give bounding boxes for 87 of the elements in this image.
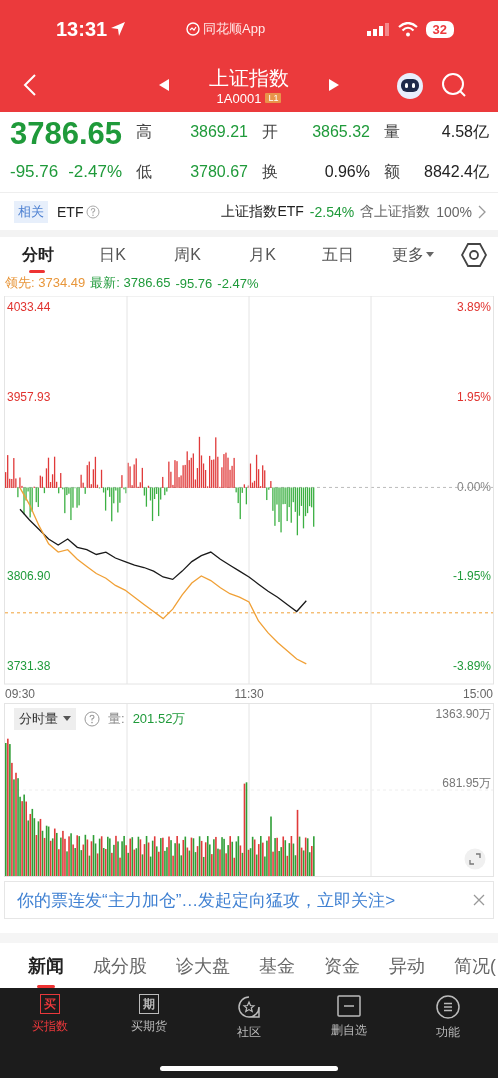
stat-label: 低	[136, 161, 153, 182]
signal-icon	[365, 22, 390, 36]
holding-percent: 100%	[436, 203, 472, 220]
caret-icon	[425, 252, 434, 258]
chart-tab[interactable]: 日K	[75, 237, 150, 273]
level-badge: L1	[265, 93, 282, 103]
stat-label: 换	[261, 161, 279, 182]
time-label: 11:30	[234, 687, 264, 701]
etf-name: 上证指数ETF	[221, 202, 304, 221]
battery-indicator: 32	[425, 20, 454, 38]
axis-label: 3806.90	[7, 569, 51, 584]
holding-label: 含上证指数	[360, 202, 431, 221]
news-tab[interactable]: 简况(	[454, 943, 496, 988]
axis-label: -3.89%	[452, 659, 491, 674]
stat-value: 4.58亿	[440, 121, 489, 142]
news-tab[interactable]: 新闻	[28, 943, 64, 988]
chart-tab[interactable]: 五日	[300, 237, 375, 273]
stat-label: 开	[261, 121, 279, 142]
news-tab[interactable]: 成分股	[93, 943, 147, 988]
etf-label: ETF	[57, 203, 84, 220]
expand-icon[interactable]	[464, 848, 486, 870]
percent-change: -2.47%	[68, 162, 123, 182]
time-label: 09:30	[5, 687, 35, 701]
chevron-right-icon[interactable]	[478, 204, 486, 219]
index-title: 上证指数	[209, 65, 289, 91]
caret-icon	[63, 716, 71, 722]
news-tab[interactable]: 诊大盘	[176, 943, 230, 988]
axis-label: 4033.44	[7, 300, 51, 315]
volume-selector[interactable]: 分时量	[14, 708, 76, 730]
price-change: -95.76	[175, 275, 213, 291]
stat-value: 3869.21	[189, 122, 248, 142]
axis-label: -1.95%	[452, 569, 491, 584]
volume-label: 量:	[108, 710, 125, 728]
news-tab[interactable]: 基金	[259, 943, 295, 988]
back-icon[interactable]	[23, 73, 37, 97]
axis-label: 681.95万	[442, 776, 491, 790]
app-name: 同花顺App	[203, 20, 266, 38]
lead-value: 领先: 3734.49	[5, 274, 86, 292]
location-icon	[110, 21, 127, 37]
nav-button[interactable]: 删自选	[298, 988, 399, 1050]
help-icon[interactable]	[84, 711, 100, 727]
news-tab[interactable]: 资金	[324, 943, 360, 988]
robot-icon[interactable]	[395, 70, 425, 100]
stat-value: 0.96%	[323, 162, 370, 182]
chart-tab[interactable]: 周K	[150, 237, 225, 273]
nav-button[interactable]: 功能	[398, 988, 498, 1050]
related-tag: 相关	[14, 200, 48, 223]
search-icon[interactable]	[441, 72, 467, 98]
app-logo-icon	[186, 22, 200, 36]
nav-button[interactable]: 买 买指数	[0, 988, 100, 1050]
menu-icon	[435, 994, 462, 1020]
price-change: -95.76	[10, 162, 59, 182]
buy-glyph-icon: 买	[39, 994, 60, 1014]
chart-tab[interactable]: 月K	[225, 237, 300, 273]
next-icon[interactable]	[328, 78, 340, 92]
stat-label: 量	[383, 121, 401, 142]
status-time: 13:31	[56, 17, 108, 41]
stat-value: 8842.4亿	[423, 161, 489, 182]
latest-value: 最新: 3786.65	[90, 274, 171, 292]
minus-box-icon	[335, 994, 362, 1018]
previous-icon[interactable]	[158, 78, 170, 92]
time-label: 15:00	[463, 687, 493, 701]
axis-label: 3731.38	[7, 659, 51, 674]
nav-button[interactable]: 期 买期货	[99, 988, 200, 1050]
axis-label: 1.95%	[456, 389, 491, 404]
axis-label: 0.00%	[456, 479, 491, 494]
chart-tab[interactable]: 分时	[0, 237, 75, 273]
news-tab[interactable]: 异动	[389, 943, 425, 988]
volume-value: 201.52万	[132, 710, 186, 728]
percent-change: -2.47%	[217, 275, 259, 291]
index-code: 1A0001	[216, 90, 262, 106]
current-price: 3786.65	[10, 116, 124, 152]
stat-label: 高	[136, 121, 153, 142]
close-icon[interactable]	[473, 894, 485, 906]
stat-value: 3865.32	[311, 122, 370, 142]
axis-label: 3.89%	[456, 300, 491, 315]
futures-glyph-icon: 期	[139, 994, 160, 1014]
axis-label: 1363.90万	[435, 707, 491, 721]
nav-button[interactable]: 社区	[199, 988, 299, 1050]
star-bubble-icon	[236, 994, 262, 1020]
axis-label: 3957.93	[7, 389, 51, 404]
etf-change: -2.54%	[309, 203, 355, 220]
settings-icon[interactable]	[461, 242, 487, 268]
stat-label: 额	[383, 161, 401, 182]
wifi-icon	[397, 21, 418, 37]
stat-value: 3780.67	[189, 162, 248, 182]
more-dropdown[interactable]: 更多	[375, 237, 450, 273]
